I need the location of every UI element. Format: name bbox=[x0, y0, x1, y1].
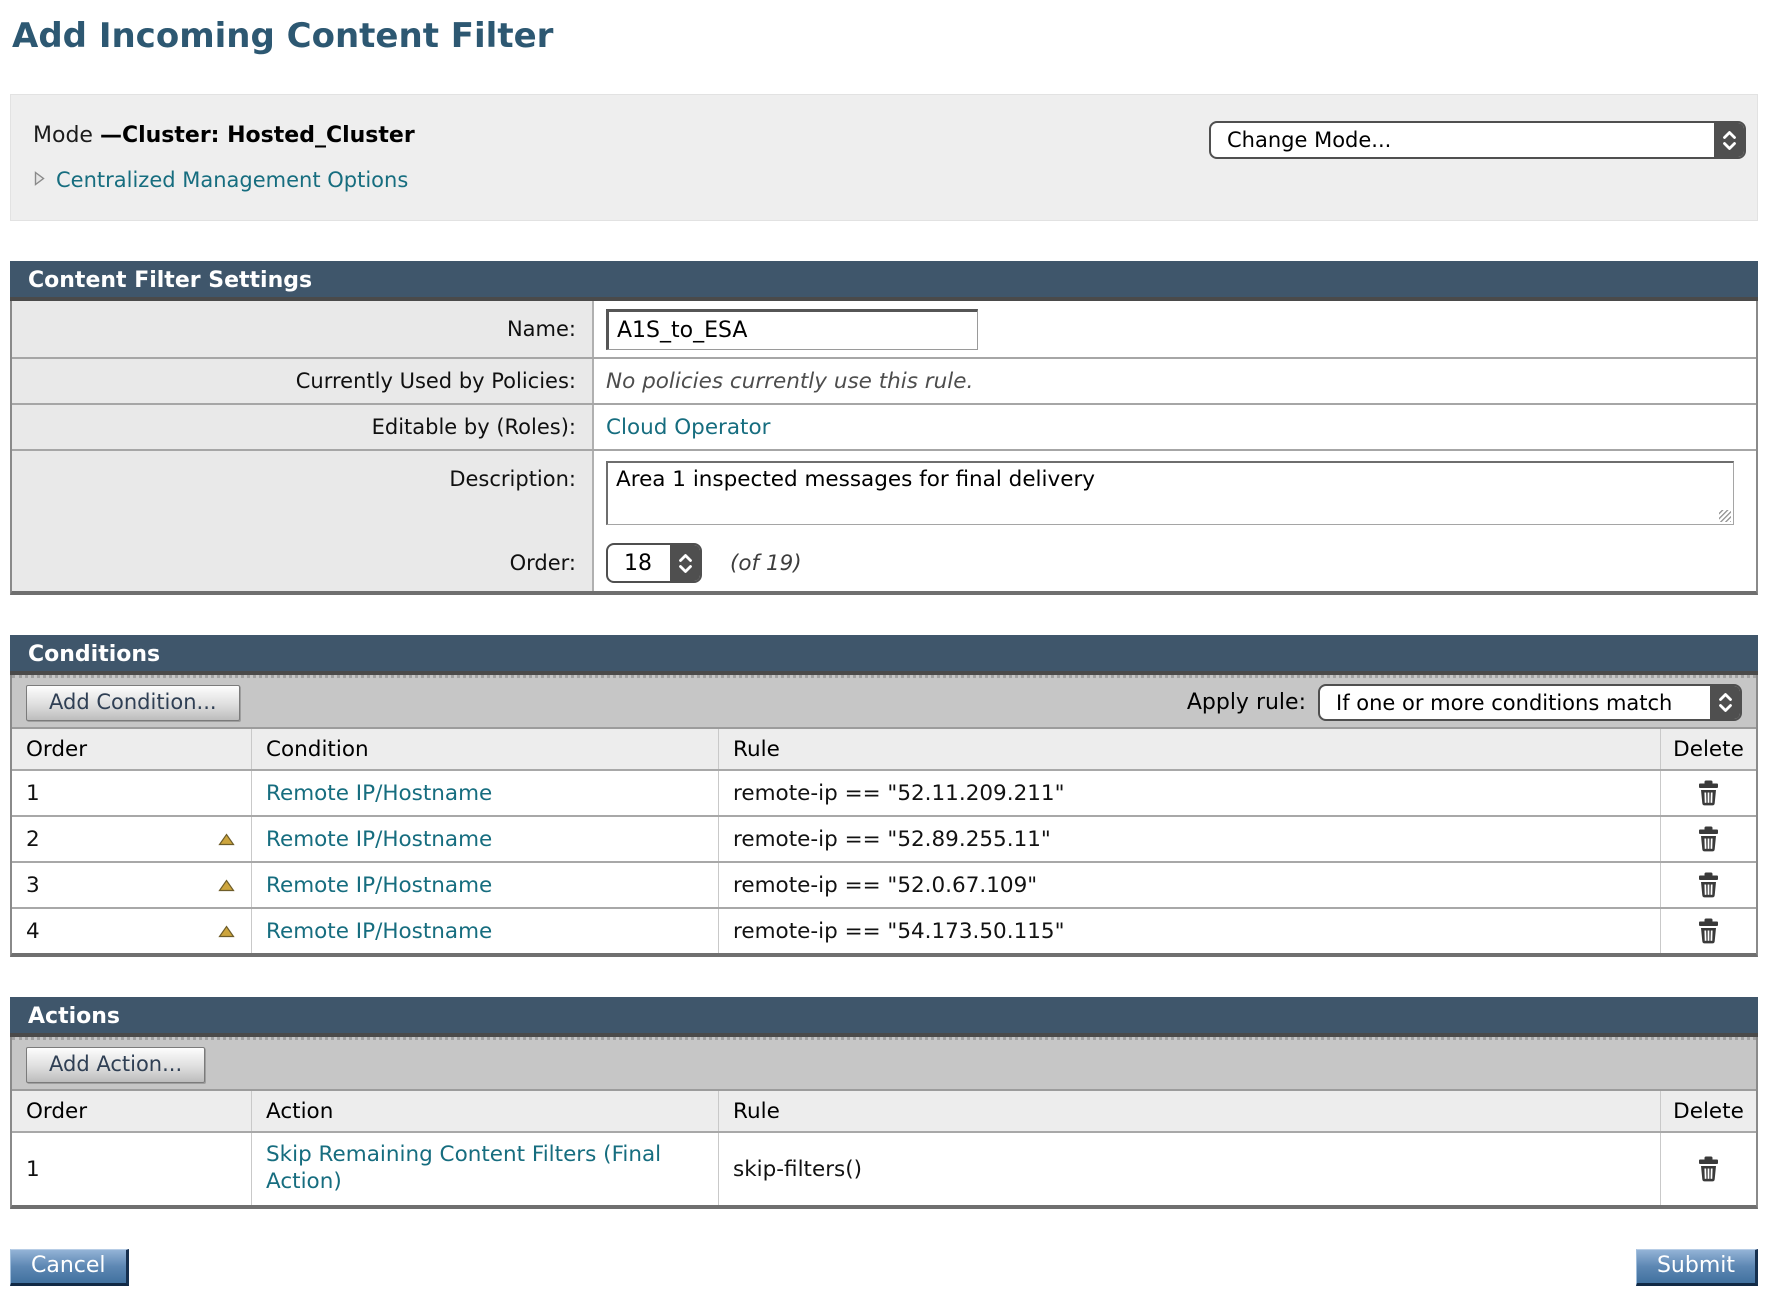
order-total: (of 19) bbox=[730, 551, 802, 576]
order-label: Order: bbox=[12, 535, 594, 591]
content-filter-settings-panel: Content Filter Settings Name: Currently … bbox=[10, 261, 1758, 595]
select-spinner-icon bbox=[670, 545, 700, 581]
order-select[interactable]: 18 bbox=[606, 543, 702, 583]
apply-rule-label: Apply rule: bbox=[1187, 690, 1306, 715]
select-spinner-icon bbox=[1710, 686, 1740, 719]
conditions-panel-header: Conditions bbox=[10, 635, 1758, 675]
condition-order: 3 bbox=[26, 873, 40, 898]
settings-row-editable: Editable by (Roles): Cloud Operator bbox=[12, 403, 1756, 449]
conditions-table-header: Order Condition Rule Delete bbox=[12, 727, 1756, 769]
col-header-order: Order bbox=[12, 729, 251, 769]
footer-bar: Cancel Submit bbox=[10, 1249, 1758, 1286]
action-link[interactable]: Skip Remaining Content Filters (Final Ac… bbox=[266, 1142, 661, 1194]
delete-trash-icon[interactable] bbox=[1696, 780, 1721, 807]
condition-rule: remote-ip == "52.89.255.11" bbox=[733, 827, 1051, 852]
add-action-button[interactable]: Add Action... bbox=[26, 1047, 205, 1083]
condition-table-row: 1 Remote IP/Hostname remote-ip == "52.11… bbox=[12, 769, 1756, 815]
editable-label: Editable by (Roles): bbox=[12, 405, 594, 449]
centralized-management-options-link[interactable]: Centralized Management Options bbox=[56, 168, 408, 192]
cancel-button[interactable]: Cancel bbox=[10, 1249, 129, 1286]
settings-row-name: Name: bbox=[12, 301, 1756, 357]
delete-trash-icon[interactable] bbox=[1696, 1156, 1721, 1183]
mode-label: Mode bbox=[33, 123, 93, 148]
settings-row-policies: Currently Used by Policies: No policies … bbox=[12, 357, 1756, 403]
actions-toolbar: Add Action... bbox=[12, 1037, 1756, 1089]
add-condition-button[interactable]: Add Condition... bbox=[26, 685, 240, 721]
action-rule: skip-filters() bbox=[733, 1157, 862, 1182]
condition-table-row: 3 Remote IP/Hostname remote-ip == "52.0.… bbox=[12, 861, 1756, 907]
condition-table-row: 4 Remote IP/Hostname remote-ip == "54.17… bbox=[12, 907, 1756, 953]
move-up-icon[interactable] bbox=[218, 827, 235, 852]
name-label: Name: bbox=[12, 301, 594, 357]
description-textarea[interactable]: Area 1 inspected messages for final deli… bbox=[606, 461, 1734, 525]
actions-panel: Actions Add Action... Order Action Rule … bbox=[10, 997, 1758, 1209]
textarea-resize-grip[interactable] bbox=[1719, 510, 1731, 522]
col-header-action: Action bbox=[251, 1091, 718, 1131]
condition-rule: remote-ip == "52.0.67.109" bbox=[733, 873, 1037, 898]
conditions-toolbar: Add Condition... Apply rule: If one or m… bbox=[12, 675, 1756, 727]
order-selected-value: 18 bbox=[608, 551, 652, 576]
condition-order: 2 bbox=[26, 827, 40, 852]
expand-triangle-icon[interactable] bbox=[33, 170, 46, 191]
page-container: Add Incoming Content Filter Mode —Cluste… bbox=[10, 16, 1758, 1286]
col-header-delete: Delete bbox=[1660, 729, 1756, 769]
col-header-condition: Condition bbox=[251, 729, 718, 769]
condition-order: 1 bbox=[26, 781, 40, 806]
apply-rule-select[interactable]: If one or more conditions match bbox=[1318, 684, 1742, 721]
centralized-management-row: Centralized Management Options bbox=[33, 168, 1735, 192]
col-header-order: Order bbox=[12, 1091, 251, 1131]
move-up-icon[interactable] bbox=[218, 873, 235, 898]
move-up-icon[interactable] bbox=[218, 919, 235, 944]
cloud-operator-link[interactable]: Cloud Operator bbox=[606, 415, 770, 440]
delete-trash-icon[interactable] bbox=[1696, 826, 1721, 853]
actions-panel-header: Actions bbox=[10, 997, 1758, 1037]
change-mode-selected-option: Change Mode... bbox=[1211, 128, 1407, 152]
col-header-rule: Rule bbox=[718, 729, 1660, 769]
delete-trash-icon[interactable] bbox=[1696, 918, 1721, 945]
condition-link[interactable]: Remote IP/Hostname bbox=[266, 919, 492, 944]
name-input[interactable] bbox=[606, 309, 978, 350]
action-table-row: 1 Skip Remaining Content Filters (Final … bbox=[12, 1131, 1756, 1205]
policies-label: Currently Used by Policies: bbox=[12, 359, 594, 403]
condition-rule: remote-ip == "54.173.50.115" bbox=[733, 919, 1065, 944]
actions-table-header: Order Action Rule Delete bbox=[12, 1089, 1756, 1131]
settings-panel-header: Content Filter Settings bbox=[10, 261, 1758, 301]
mode-value: —Cluster: Hosted_Cluster bbox=[100, 123, 415, 148]
condition-rule: remote-ip == "52.11.209.211" bbox=[733, 781, 1065, 806]
policies-value: No policies currently use this rule. bbox=[606, 369, 973, 394]
mode-panel: Mode —Cluster: Hosted_Cluster Change Mod… bbox=[10, 94, 1758, 221]
description-label: Description: bbox=[12, 451, 594, 539]
apply-rule-group: Apply rule: If one or more conditions ma… bbox=[1187, 684, 1742, 721]
delete-trash-icon[interactable] bbox=[1696, 872, 1721, 899]
apply-rule-selected-option: If one or more conditions match bbox=[1320, 691, 1688, 715]
settings-row-order: Order: 18 (of 19) bbox=[12, 533, 1756, 591]
submit-button[interactable]: Submit bbox=[1636, 1249, 1758, 1286]
action-order: 1 bbox=[26, 1157, 40, 1182]
change-mode-select[interactable]: Change Mode... bbox=[1209, 121, 1746, 159]
col-header-delete: Delete bbox=[1660, 1091, 1756, 1131]
condition-link[interactable]: Remote IP/Hostname bbox=[266, 827, 492, 852]
col-header-rule: Rule bbox=[718, 1091, 1660, 1131]
settings-row-description: Description: Area 1 inspected messages f… bbox=[12, 449, 1756, 533]
select-spinner-icon bbox=[1714, 123, 1744, 157]
condition-link[interactable]: Remote IP/Hostname bbox=[266, 781, 492, 806]
condition-order: 4 bbox=[26, 919, 40, 944]
conditions-panel: Conditions Add Condition... Apply rule: … bbox=[10, 635, 1758, 957]
page-title: Add Incoming Content Filter bbox=[12, 16, 1758, 56]
condition-table-row: 2 Remote IP/Hostname remote-ip == "52.89… bbox=[12, 815, 1756, 861]
condition-link[interactable]: Remote IP/Hostname bbox=[266, 873, 492, 898]
